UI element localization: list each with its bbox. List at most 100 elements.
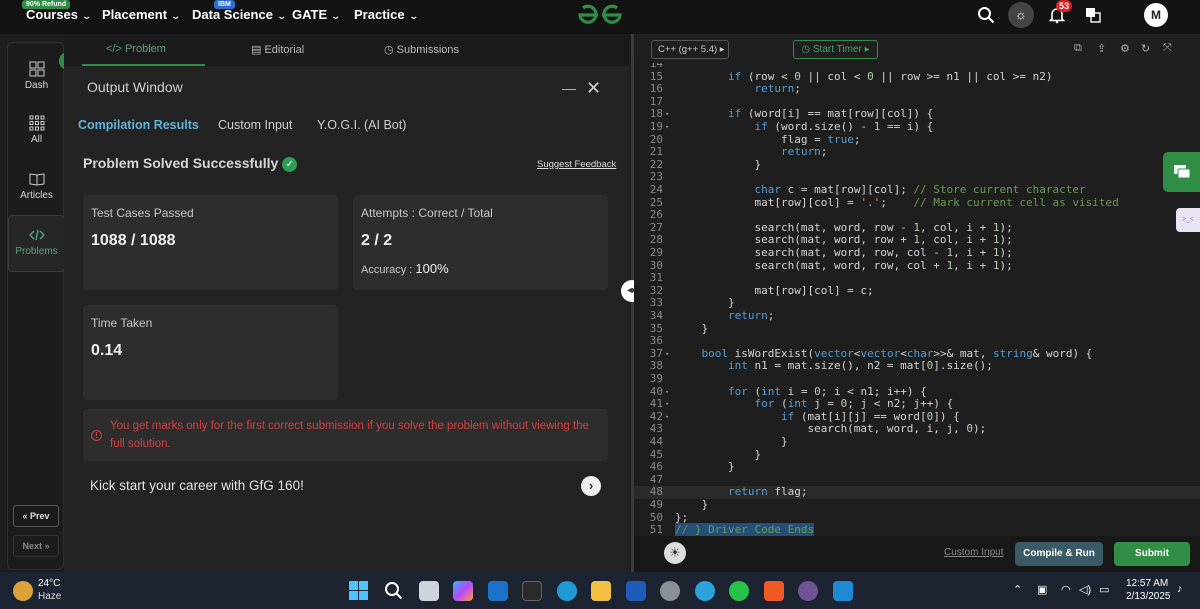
settings-icon[interactable]: ⚙ [1120,42,1130,55]
dashboard-icon [29,61,44,77]
search-icon[interactable] [384,581,403,600]
fold-arrow-icon[interactable]: ▾ [665,121,669,134]
code-line[interactable]: 39 [634,372,1200,386]
code-line[interactable]: 30 search(mat, word, row, col + 1, i + 1… [634,259,1200,273]
settings-icon[interactable] [660,581,680,601]
sidebar-item-problems[interactable]: Problems [8,215,65,272]
sidebar-item-all[interactable]: All [8,115,65,145]
gfg-logo-icon[interactable] [574,2,626,28]
clock-time[interactable]: 12:57 AM [1126,578,1168,589]
file-explorer-icon[interactable] [591,581,611,601]
output-window: Output Window — ✕ Compilation Results Cu… [64,66,629,572]
next-button[interactable]: Next » [13,535,59,557]
code-editor[interactable]: 14 15 if (row < 0 || col < 0 || row >= n1… [634,63,1200,536]
app-tray-icon[interactable]: ▣ [1037,583,1047,596]
clock-date[interactable]: 2/13/2025 [1126,591,1171,602]
tab-compilation-results[interactable]: Compilation Results [78,118,199,132]
word-icon[interactable] [626,581,646,601]
suggest-feedback-link[interactable]: Suggest Feedback [537,159,616,170]
kickstart-banner[interactable]: Kick start your career with GfG 160! [90,478,304,493]
fold-arrow-icon[interactable]: ▾ [665,386,669,399]
code-line[interactable]: 19 ▾ if (word.size() - 1 == i) { [634,120,1200,134]
fold-arrow-icon[interactable]: ▾ [665,398,669,411]
start-timer-button[interactable]: ◷ Start Timer ▸ [793,40,878,59]
nav-gate[interactable]: GATE ⌄ [292,7,341,22]
custom-input-link[interactable]: Custom Input [944,547,1003,558]
tab-custom-input[interactable]: Custom Input [218,118,292,132]
edge-icon[interactable] [557,581,577,601]
nav-data-science[interactable]: IBM Data Science ⌄ [192,0,287,22]
attempts-value: 2 / 2 [361,232,393,249]
compile-run-button[interactable]: Compile & Run [1015,542,1103,566]
theme-sun-icon[interactable]: ☼ [1008,2,1034,28]
code-line[interactable]: 38 int n1 = mat.size(), n2 = mat[0].size… [634,360,1200,373]
code-line[interactable]: 41 ▾ for (int j = 0; j < n2; j++) { [634,397,1200,411]
code-line[interactable]: 31 [634,272,1200,285]
wifi-icon[interactable]: ◠ [1061,583,1071,596]
brave-icon[interactable] [764,581,784,601]
chat-icon[interactable] [1163,152,1200,192]
chevron-right-icon[interactable]: › [581,476,601,496]
code-line[interactable]: 21 return; [634,145,1200,159]
upload-icon[interactable]: ⇪ [1097,42,1106,55]
copy-icon[interactable]: ⧉ [1074,42,1082,55]
notification-bell-icon[interactable]: ♪ [1177,583,1183,595]
nav-practice[interactable]: Practice ⌄ [354,7,419,22]
github-icon[interactable] [798,581,818,601]
windows-start-icon[interactable] [349,581,368,600]
code-line[interactable]: 25 mat[row][col] = '.'; // Mark current … [634,196,1200,210]
store-icon[interactable] [522,581,542,601]
fold-arrow-icon[interactable]: ▾ [665,411,669,424]
weather-haze-icon[interactable] [13,581,33,601]
code-text: } [675,321,709,335]
assistant-tab-icon[interactable]: >_< [1176,208,1200,232]
code-line[interactable]: 51 // } Driver Code Ends [634,523,1200,536]
outlook-icon[interactable] [488,581,508,601]
code-line[interactable]: 29 search(mat, word, row, col - 1, i + 1… [634,246,1200,260]
close-icon[interactable]: ✕ [586,78,601,99]
sidebar-item-dash[interactable]: Dash [8,61,65,91]
code-line[interactable]: 46 } [634,461,1200,474]
fullscreen-icon[interactable]: ⤧ [1163,42,1172,55]
fold-arrow-icon[interactable]: ▾ [665,348,669,361]
nav-placement[interactable]: Placement ⌄ [102,7,181,22]
problem-tabs: </> Problem ▤ Editorial ◷ Submissions [64,34,629,66]
sidebar-item-label: Dash [24,80,49,91]
tab-problem[interactable]: </> Problem [106,43,166,55]
copilot-icon[interactable] [453,581,473,601]
fold-arrow-icon[interactable]: ▾ [665,108,669,121]
telegram-icon[interactable] [695,581,715,601]
task-view-icon[interactable] [419,581,439,601]
minimize-icon[interactable]: — [562,80,576,96]
chevron-up-icon[interactable]: ⌃ [1013,583,1022,596]
light-bulb-icon[interactable]: ☀ [664,542,686,564]
search-icon[interactable] [977,6,995,24]
code-line[interactable]: 48 return flag; [634,486,1200,499]
submit-button[interactable]: Submit [1114,542,1190,566]
reset-icon[interactable]: ↻ [1141,42,1150,55]
language-select[interactable]: C++ (g++ 5.4) ▸ [651,40,729,59]
code-line[interactable]: 22 } [634,158,1200,172]
tab-submissions[interactable]: ◷ Submissions [384,43,459,56]
nav-courses[interactable]: 90% Refund Courses ⌄ [22,0,92,22]
code-line[interactable]: 35 } [634,321,1200,336]
code-line[interactable]: 16 return; [634,82,1200,96]
volume-icon[interactable]: ◁) [1079,583,1091,596]
code-line[interactable]: 44 } [634,435,1200,449]
time-taken-label: Time Taken [91,316,153,330]
avatar[interactable]: M [1144,3,1168,27]
whatsapp-icon[interactable] [729,581,749,601]
nav-gate-label: GATE [292,7,328,22]
battery-icon[interactable]: ▭ [1099,583,1109,596]
output-window-title: Output Window [87,79,183,95]
translate-icon[interactable] [1085,7,1101,23]
tab-editorial[interactable]: ▤ Editorial [251,43,304,56]
sidebar-item-articles[interactable]: Articles [8,171,65,201]
code-line[interactable]: 49 } [634,498,1200,512]
line-number: 46 [649,460,663,474]
code-line[interactable]: 34 return; [634,309,1200,323]
prev-button[interactable]: « Prev [13,505,59,527]
vscode-icon[interactable] [833,581,853,601]
tab-yogi-ai-bot[interactable]: Y.O.G.I. (AI Bot) [317,118,406,132]
timer-label: Start Timer [812,44,862,55]
